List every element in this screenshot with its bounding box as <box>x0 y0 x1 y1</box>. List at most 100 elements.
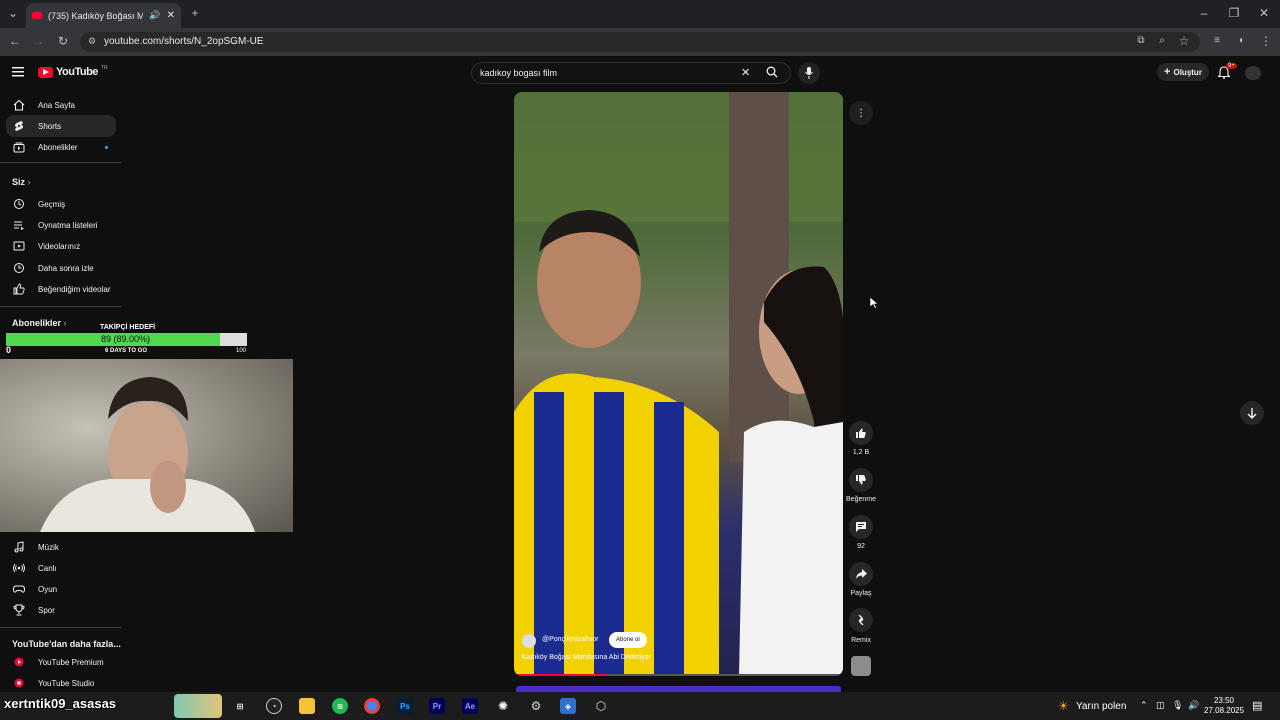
photoshop-icon[interactable]: Ps <box>397 698 413 714</box>
share-button[interactable] <box>849 562 873 586</box>
clock[interactable]: 23:50 27.08.2025 <box>1204 696 1244 716</box>
site-info-icon[interactable]: ⚙ <box>84 34 100 50</box>
window-close-icon[interactable]: ✕ <box>1256 6 1272 22</box>
channel-name[interactable]: @Ponçikmizahsor <box>542 636 599 643</box>
speaker-icon[interactable]: 🔊 <box>149 10 160 21</box>
file-explorer-icon[interactable] <box>299 698 315 714</box>
voice-search-button[interactable] <box>798 62 820 84</box>
tab-search-icon[interactable]: ⌄ <box>5 6 21 22</box>
youtube-studio-icon <box>12 676 26 690</box>
watch-later-icon <box>12 261 26 275</box>
tray-apps-icon[interactable]: ◫ <box>1156 700 1165 711</box>
next-short-button[interactable] <box>1240 401 1264 425</box>
channel-avatar[interactable] <box>522 634 536 648</box>
thumbs-down-icon <box>856 475 866 485</box>
sidebar-item-youtube-premium[interactable]: YouTube Premium <box>6 651 116 673</box>
new-tab-icon[interactable]: + <box>187 6 203 22</box>
sports-icon <box>12 603 26 617</box>
bookmark-star-icon[interactable]: ☆ <box>1176 34 1192 50</box>
create-button[interactable]: + Oluştur <box>1157 63 1209 81</box>
clear-search-icon[interactable]: ✕ <box>741 66 750 79</box>
sidebar-item-home[interactable]: Ana Sayfa <box>6 94 116 116</box>
remix-icon <box>858 615 864 625</box>
tab-close-icon[interactable]: ✕ <box>167 10 175 21</box>
follower-goal-title: TAKİPÇİ HEDEFİ <box>100 324 156 331</box>
dislike-button[interactable] <box>849 468 873 492</box>
profile-icon[interactable]: ◐ <box>1234 34 1250 50</box>
sidebar-item-your-videos[interactable]: Videolarınız <box>6 235 116 257</box>
sidebar-item-history[interactable]: Geçmiş <box>6 193 116 215</box>
video-progress-track[interactable] <box>514 674 843 676</box>
chatgpt-icon[interactable]: ✺ <box>495 698 511 714</box>
volume-icon[interactable]: 🔊 <box>1188 700 1199 711</box>
reload-icon[interactable]: ↻ <box>55 34 71 50</box>
share-icon <box>855 569 867 579</box>
weather-icon[interactable]: ☀ <box>1058 699 1069 713</box>
webcam-overlay <box>0 359 293 532</box>
app-blue-icon[interactable]: ◈ <box>560 698 576 714</box>
thumbs-up-icon <box>856 428 866 438</box>
search-input[interactable]: kadıkoy bogası film <box>480 68 557 78</box>
plus-icon: + <box>1164 66 1171 78</box>
sidebar-you-header[interactable]: Siz › <box>12 177 31 187</box>
video-progress-fill <box>514 674 606 676</box>
sidebar-item-playlists[interactable]: Oynatma listeleri <box>6 214 116 236</box>
subscribe-button[interactable]: Abone ol <box>609 632 647 648</box>
short-caption[interactable]: Kadıköy Boğası Manitasına Abi Dedirtiyor <box>522 654 651 661</box>
spotify-icon[interactable]: ≋ <box>332 698 348 714</box>
install-app-icon[interactable]: ⧉ <box>1133 34 1149 50</box>
app-icon[interactable]: ◔ <box>266 698 282 714</box>
comments-button[interactable] <box>849 515 873 539</box>
back-icon[interactable]: ← <box>7 34 23 50</box>
browser-tab[interactable]: (735) Kadıköy Boğası Manit... 🔊 ✕ <box>26 3 181 28</box>
avatar[interactable] <box>1245 66 1261 80</box>
sidebar-item-label: Canlı <box>38 563 57 573</box>
task-view-icon[interactable]: ⊞ <box>232 698 248 714</box>
sidebar-item-sports[interactable]: Spor <box>6 599 116 621</box>
sidebar-item-label: Videolarınız <box>38 241 81 251</box>
chrome-menu-icon[interactable]: ⋮ <box>1258 34 1274 50</box>
app-cube-icon[interactable]: ⬡ <box>593 698 609 714</box>
forward-icon[interactable]: → <box>30 34 46 50</box>
premiere-icon[interactable]: Pr <box>429 698 445 714</box>
sidebar-item-label: Beğendiğim videolar <box>38 284 111 294</box>
sidebar-item-liked-videos[interactable]: Beğendiğim videolar <box>6 278 116 300</box>
notification-badge: 9+ <box>1226 63 1237 69</box>
clock-time: 23:50 <box>1213 696 1235 705</box>
follower-goal-start: 0 <box>6 345 12 355</box>
sidebar-item-gaming[interactable]: Oyun <box>6 578 116 600</box>
sidebar-item-youtube-studio[interactable]: YouTube Studio <box>6 672 116 694</box>
sidebar-subscriptions-header[interactable]: Abonelikler › <box>12 318 67 328</box>
widget-thumbnail[interactable] <box>174 694 222 718</box>
tray-chevron-icon[interactable]: ⌃ <box>1140 700 1148 711</box>
weather-text[interactable]: Yarın polen <box>1076 701 1126 712</box>
sidebar-item-subscriptions[interactable]: Abonelikler <box>6 136 116 158</box>
steam-icon[interactable]: ⚙ <box>528 698 544 714</box>
remix-button[interactable] <box>849 608 873 632</box>
sidebar-item-live[interactable]: Canlı <box>6 557 116 579</box>
new-content-dot <box>105 145 108 149</box>
notification-center-icon[interactable]: ▤ <box>1252 699 1262 712</box>
media-control-icon[interactable]: ≡ <box>1209 34 1225 50</box>
shorts-icon <box>12 119 26 133</box>
comment-count: 92 <box>857 543 865 550</box>
search-icon[interactable] <box>766 66 778 81</box>
zoom-icon[interactable]: ⌕ <box>1154 34 1170 50</box>
sidebar-item-shorts[interactable]: Shorts <box>6 115 116 137</box>
microphone-icon[interactable]: 🎙 <box>1172 700 1183 711</box>
like-button[interactable] <box>849 421 873 445</box>
minimize-icon[interactable]: – <box>1196 6 1212 22</box>
like-count: 1,2 B <box>852 449 870 456</box>
sound-thumbnail[interactable] <box>851 656 871 676</box>
youtube-logo[interactable]: YouTube TR <box>38 65 108 78</box>
short-video-player[interactable]: @Ponçikmizahsor Abone ol Kadıköy Boğası … <box>514 92 843 676</box>
music-icon <box>12 540 26 554</box>
more-options-icon[interactable]: ⋮ <box>849 101 873 125</box>
sidebar-item-watch-later[interactable]: Daha sonra izle <box>6 257 116 279</box>
chrome-icon[interactable] <box>364 698 380 714</box>
sidebar-item-label: Daha sonra izle <box>38 263 94 273</box>
restore-icon[interactable]: ❐ <box>1226 6 1242 22</box>
sidebar-item-music[interactable]: Müzik <box>6 536 116 558</box>
after-effects-icon[interactable]: Ae <box>462 698 478 714</box>
hamburger-menu-icon[interactable] <box>12 66 26 78</box>
